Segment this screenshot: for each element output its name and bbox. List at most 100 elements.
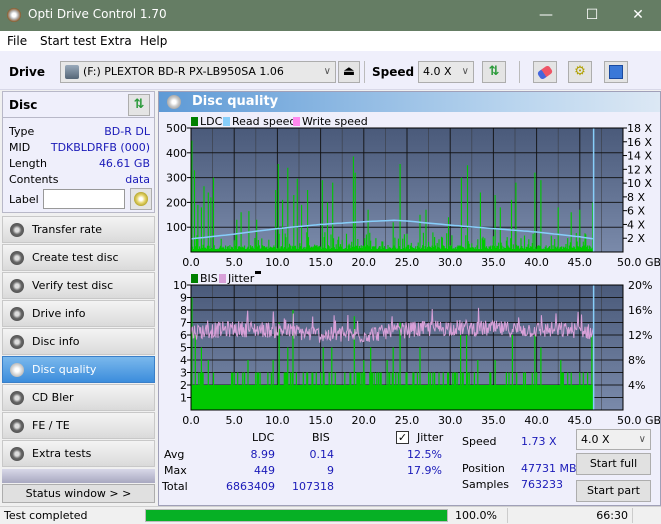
disc-label-key: Label — [9, 193, 39, 206]
x-tick-label: 0.0 — [182, 414, 200, 427]
y-tick-label: 5 — [180, 342, 187, 355]
erase-button[interactable] — [533, 61, 557, 83]
nav-disc-quality[interactable]: Disc quality — [2, 356, 155, 383]
panel-title: Disc quality — [192, 94, 279, 109]
create-disc-icon — [10, 251, 24, 265]
x-tick-label: 15.0 — [308, 414, 333, 427]
disc-type-value: BD-R DL — [104, 125, 150, 138]
status-window-button[interactable]: Status window > > — [2, 484, 155, 503]
ldc-legend-swatch — [191, 117, 198, 126]
nav-drive-info[interactable]: Drive info — [2, 300, 155, 327]
stats-avg-ldc: 8.99 — [250, 448, 276, 461]
disc-contents-key: Contents — [9, 173, 59, 186]
drive-label: Drive — [9, 65, 45, 79]
nav-fe-te[interactable]: FE / TE — [2, 412, 155, 439]
position-value: 47731 MB — [521, 462, 577, 475]
disc-label-input[interactable] — [43, 189, 125, 209]
progress-fill — [146, 510, 447, 521]
stats-max-ldc: 449 — [254, 464, 275, 477]
close-button[interactable]: ✕ — [615, 0, 661, 31]
y-tick-label: 9 — [180, 292, 187, 305]
disc-label-button[interactable] — [130, 188, 152, 210]
drive-icon — [65, 65, 79, 79]
status-divider — [507, 508, 508, 523]
disc-refresh-button[interactable]: ⇅ — [128, 94, 150, 116]
write-speed-legend-swatch — [293, 117, 300, 126]
y-tick-label: 400 — [166, 147, 187, 160]
disc-length-value: 46.61 GB — [98, 157, 150, 170]
legend-marker — [255, 271, 261, 274]
settings-icon: ⚙ — [574, 64, 586, 79]
refresh-icon: ⇅ — [133, 97, 145, 112]
fe-te-icon — [10, 419, 24, 433]
bis-chart: 12345678910 4% 8% 12% 16% 20% 0.0 5.0 10.0 15.0 20… — [173, 279, 660, 427]
y2-tick-label: 16 X — [627, 136, 652, 149]
progress-bar — [145, 509, 448, 522]
refresh-button[interactable]: ⇅ — [482, 61, 506, 83]
chevron-down-icon: ∨ — [461, 66, 469, 77]
disc-mid-key: MID — [9, 141, 31, 154]
eject-icon: ⏏ — [342, 64, 356, 79]
stats-col-bis: BIS — [312, 431, 330, 444]
jitter-checkbox[interactable]: ✓ — [396, 431, 409, 444]
jitter-legend-swatch — [219, 274, 226, 283]
disc-quality-panel: Disc quality LDC Read speed Write speed … — [158, 91, 661, 506]
eject-button[interactable]: ⏏ — [338, 61, 360, 83]
speed-select[interactable]: 4.0 X ∨ — [418, 61, 474, 83]
y2-tick-label: 8 X — [627, 191, 645, 204]
y-tick-label: 3 — [180, 367, 187, 380]
x-tick-label: 25.0 — [395, 414, 420, 427]
menu-bar: File Start test Extra Help — [0, 31, 661, 51]
y2-tick-label: 14 X — [627, 150, 652, 163]
y2-tick-label: 20% — [628, 279, 652, 292]
nav-cd-bler[interactable]: CD Bler — [2, 384, 155, 411]
chevron-down-icon: ∨ — [323, 66, 331, 77]
ldc-legend-label: LDC — [200, 115, 223, 128]
drive-select[interactable]: (F:) PLEXTOR BD-R PX-LB950SA 1.06 ∨ — [60, 61, 336, 83]
y-tick-label: 8 — [180, 304, 187, 317]
nav-create-test-disc[interactable]: Create test disc — [2, 244, 155, 271]
nav-label: Create test disc — [32, 251, 119, 264]
menu-file[interactable]: File — [7, 34, 27, 48]
x-tick-label: 30.0 — [438, 256, 463, 269]
maximize-button[interactable]: ☐ — [569, 0, 615, 31]
save-button[interactable] — [604, 61, 628, 83]
menu-help[interactable]: Help — [140, 34, 167, 48]
nav-label: FE / TE — [32, 419, 70, 432]
position-label: Position — [462, 462, 505, 475]
minimize-button[interactable]: — — [523, 0, 569, 31]
nav-transfer-rate[interactable]: Transfer rate — [2, 216, 155, 243]
y2-tick-label: 12% — [628, 329, 652, 342]
start-full-button[interactable]: Start full — [576, 453, 651, 475]
settings-button[interactable]: ⚙ — [568, 61, 592, 83]
status-text: Test completed — [4, 509, 88, 522]
jitter-avg: 12.5% — [407, 448, 442, 461]
stats-max-bis: 9 — [327, 464, 334, 477]
speed-stat-label: Speed — [462, 435, 497, 448]
y-tick-label: 300 — [166, 172, 187, 185]
test-speed-select[interactable]: 4.0 X ∨ — [576, 429, 651, 450]
transfer-rate-icon — [10, 223, 24, 237]
menu-start-test[interactable]: Start test — [40, 34, 96, 48]
jitter-label: Jitter — [417, 431, 444, 444]
y2-tick-label: 6 X — [627, 205, 645, 218]
x-tick-label: 5.0 — [225, 414, 243, 427]
verify-disc-icon — [10, 279, 24, 293]
menu-extra[interactable]: Extra — [100, 34, 132, 48]
stats-total-bis: 107318 — [292, 480, 334, 493]
stats-max-label: Max — [164, 464, 187, 477]
y2-tick-label: 8% — [628, 354, 645, 367]
bis-legend: BIS Jitter — [191, 271, 261, 285]
start-part-button[interactable]: Start part — [576, 480, 651, 502]
x-tick-label: 0.0 — [182, 256, 200, 269]
x-tick-label: 35.0 — [481, 256, 506, 269]
x-tick-label: 40.0 — [524, 256, 549, 269]
nav-extra-tests[interactable]: Extra tests — [2, 440, 155, 467]
x-tick-label: 50.0 GB — [617, 256, 660, 269]
app-icon — [7, 8, 21, 22]
nav-label: Disc info — [32, 335, 80, 348]
x-tick-label: 25.0 — [395, 256, 420, 269]
y-tick-label: 2 — [180, 379, 187, 392]
nav-disc-info[interactable]: Disc info — [2, 328, 155, 355]
nav-verify-test-disc[interactable]: Verify test disc — [2, 272, 155, 299]
